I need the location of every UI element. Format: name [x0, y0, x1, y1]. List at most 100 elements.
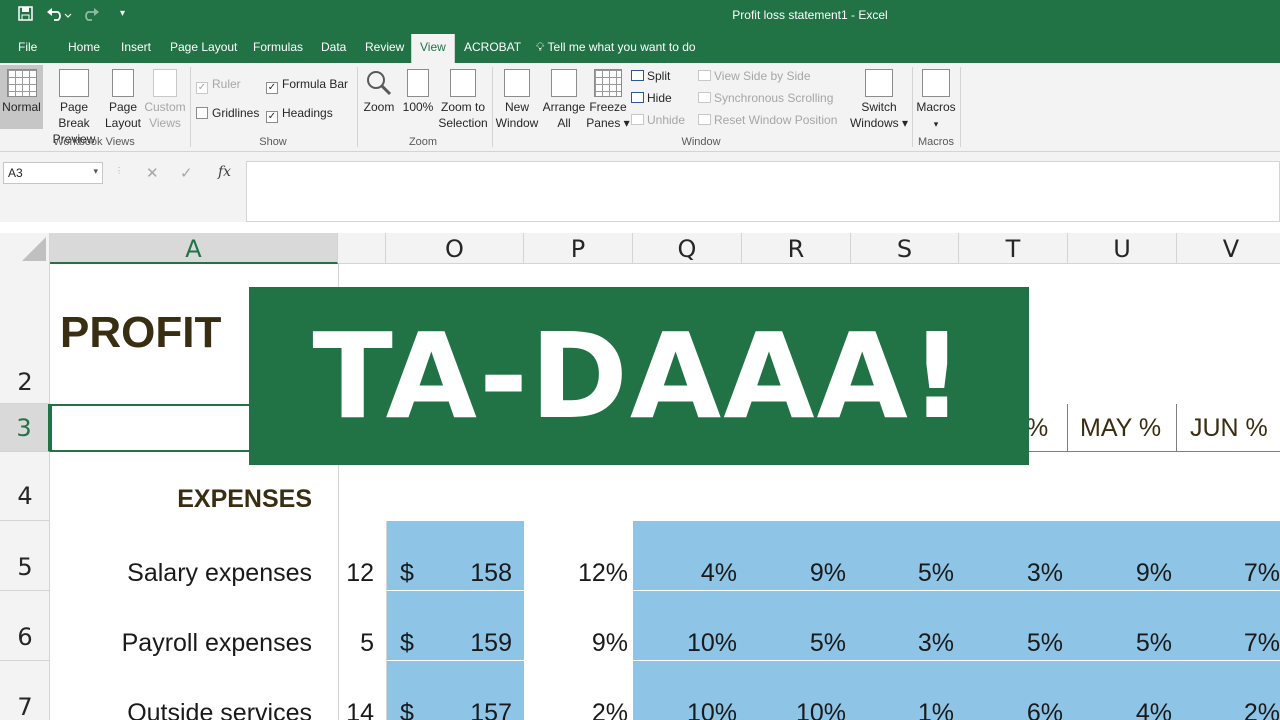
- percent-cell-p[interactable]: 9%: [524, 629, 628, 658]
- insert-function-icon[interactable]: fx: [218, 164, 231, 180]
- percent-cell-v[interactable]: 2%: [1177, 699, 1280, 720]
- select-all-button[interactable]: [0, 233, 50, 264]
- percent-cell-t[interactable]: 5%: [959, 629, 1063, 658]
- macros-button[interactable]: Macros ▾: [914, 69, 958, 132]
- percent-cell-v[interactable]: 7%: [1177, 629, 1280, 658]
- row-header-3[interactable]: 3: [0, 404, 50, 452]
- name-box-dropdown-icon[interactable]: ▾: [93, 166, 98, 177]
- row-label-cell[interactable]: Outside services: [50, 699, 312, 720]
- synchronous-scrolling-button[interactable]: Synchronous Scrolling: [698, 91, 833, 105]
- report-title-cell[interactable]: PROFIT: [60, 308, 221, 358]
- freeze-panes-button[interactable]: Freeze Panes ▾: [586, 69, 630, 131]
- percent-cell-t[interactable]: 3%: [959, 559, 1063, 588]
- switch-windows-button[interactable]: Switch Windows ▾: [848, 69, 910, 131]
- hide-button[interactable]: Hide: [631, 91, 672, 105]
- percent-cell-q[interactable]: 4%: [633, 559, 737, 588]
- headings-checkbox[interactable]: ✓ Headings: [266, 106, 333, 123]
- currency-cell[interactable]: $: [400, 629, 414, 658]
- tell-me-search[interactable]: 💡︎ Tell me what you want to do: [536, 40, 696, 55]
- tab-page-layout[interactable]: Page Layout: [170, 40, 237, 54]
- header-cell-jun[interactable]: JUN %: [1190, 414, 1268, 443]
- new-window-button[interactable]: New Window: [494, 69, 540, 131]
- page-layout-view-button[interactable]: Page Layout: [104, 69, 142, 131]
- zoom-to-selection-button[interactable]: Zoom to Selection: [437, 69, 489, 131]
- percent-cell-s[interactable]: 3%: [851, 629, 954, 658]
- column-header-a[interactable]: A: [50, 233, 338, 264]
- formula-input[interactable]: [246, 161, 1280, 222]
- column-header-q[interactable]: Q: [633, 233, 742, 264]
- formula-bar-checkbox[interactable]: ✓ Formula Bar: [266, 77, 348, 94]
- arrange-all-icon: [551, 69, 577, 97]
- amount-cell[interactable]: 158: [430, 559, 512, 588]
- percent-cell-q[interactable]: 10%: [633, 629, 737, 658]
- normal-view-button[interactable]: Normal: [0, 65, 43, 129]
- row-header-6[interactable]: 6: [0, 591, 50, 661]
- zoom-button[interactable]: Zoom: [361, 69, 397, 115]
- tab-formulas[interactable]: Formulas: [253, 40, 303, 54]
- column-header-o[interactable]: O: [386, 233, 524, 264]
- reset-window-position-button[interactable]: Reset Window Position: [698, 113, 837, 127]
- header-cell-may[interactable]: MAY %: [1080, 414, 1161, 443]
- column-header-v[interactable]: V: [1177, 233, 1280, 264]
- tab-review[interactable]: Review: [365, 40, 404, 54]
- header-underline: [1026, 451, 1280, 452]
- row-header-5[interactable]: 5: [0, 521, 50, 591]
- count-cell[interactable]: 14: [338, 699, 374, 720]
- row-separator: [386, 660, 1280, 661]
- percent-cell-t[interactable]: 6%: [959, 699, 1063, 720]
- percent-cell-u[interactable]: 5%: [1068, 629, 1172, 658]
- tab-view[interactable]: View: [411, 34, 455, 63]
- unhide-icon: [631, 114, 644, 125]
- row-label-cell[interactable]: Salary expenses: [50, 559, 312, 588]
- expenses-section-label[interactable]: EXPENSES: [50, 485, 312, 514]
- percent-cell-r[interactable]: 5%: [742, 629, 846, 658]
- column-header-r[interactable]: R: [742, 233, 851, 264]
- cancel-icon[interactable]: ✕: [146, 164, 159, 182]
- tab-acrobat[interactable]: ACROBAT: [464, 40, 521, 54]
- unhide-button[interactable]: Unhide: [631, 113, 685, 127]
- split-button[interactable]: Split: [631, 69, 670, 83]
- page-break-preview-icon: [59, 69, 89, 97]
- view-side-by-side-button[interactable]: View Side by Side: [698, 69, 811, 83]
- amount-cell[interactable]: 157: [430, 699, 512, 720]
- tab-home[interactable]: Home: [68, 40, 100, 54]
- count-cell[interactable]: 12: [338, 559, 374, 588]
- percent-cell-v[interactable]: 7%: [1177, 559, 1280, 588]
- count-cell[interactable]: 5: [338, 629, 374, 658]
- percent-cell-p[interactable]: 12%: [524, 559, 628, 588]
- amount-cell[interactable]: 159: [430, 629, 512, 658]
- column-header-p[interactable]: P: [524, 233, 633, 264]
- tab-file[interactable]: File: [18, 40, 37, 54]
- column-header-s[interactable]: S: [851, 233, 959, 264]
- row-header-2[interactable]: 2: [0, 264, 50, 404]
- column-header-t[interactable]: T: [959, 233, 1068, 264]
- ruler-checkbox[interactable]: ✓ Ruler: [196, 77, 241, 94]
- switch-windows-icon: [865, 69, 893, 97]
- row-header-7[interactable]: 7: [0, 661, 50, 720]
- reset-position-icon: [698, 114, 711, 125]
- name-box[interactable]: A3 ▾: [3, 162, 103, 184]
- custom-views-button[interactable]: Custom Views: [143, 69, 187, 131]
- percent-cell-q[interactable]: 10%: [633, 699, 737, 720]
- header-cell-t[interactable]: %: [1026, 414, 1048, 443]
- tab-insert[interactable]: Insert: [121, 40, 151, 54]
- gridlines-checkbox[interactable]: Gridlines: [196, 106, 259, 120]
- row-header-4[interactable]: 4: [0, 452, 50, 521]
- percent-cell-s[interactable]: 5%: [851, 559, 954, 588]
- enter-icon[interactable]: ✓: [180, 164, 193, 182]
- percent-cell-u[interactable]: 9%: [1068, 559, 1172, 588]
- percent-cell-s[interactable]: 1%: [851, 699, 954, 720]
- tab-data[interactable]: Data: [321, 40, 346, 54]
- column-header-u[interactable]: U: [1068, 233, 1177, 264]
- percent-cell-p[interactable]: 2%: [524, 699, 628, 720]
- currency-cell[interactable]: $: [400, 699, 414, 720]
- percent-cell-r[interactable]: 9%: [742, 559, 846, 588]
- column-header-hidden-gap[interactable]: [338, 233, 386, 264]
- currency-cell[interactable]: $: [400, 559, 414, 588]
- row-label-cell[interactable]: Payroll expenses: [50, 629, 312, 658]
- percent-cell-r[interactable]: 10%: [742, 699, 846, 720]
- zoom-100-button[interactable]: 100%: [400, 69, 436, 115]
- arrange-all-button[interactable]: Arrange All: [541, 69, 587, 131]
- new-window-label-2: Window: [495, 116, 539, 130]
- percent-cell-u[interactable]: 4%: [1068, 699, 1172, 720]
